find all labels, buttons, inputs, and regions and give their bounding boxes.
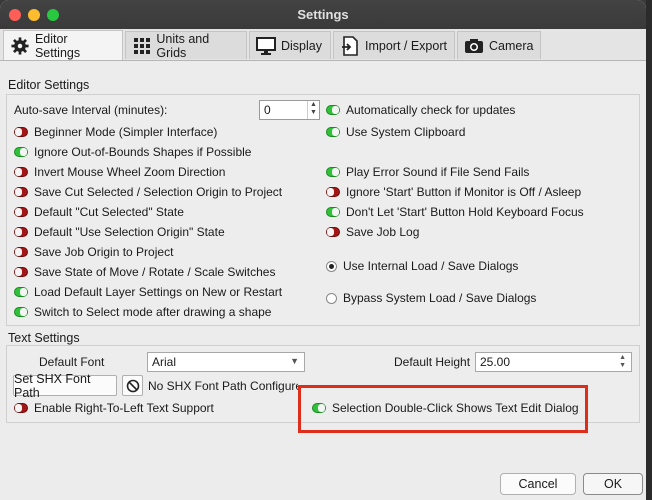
toggle-system-clipboard[interactable]: Use System Clipboard — [326, 125, 465, 139]
toggle-default-cut-selected[interactable]: Default "Cut Selected" State — [14, 205, 184, 219]
tab-display[interactable]: Display — [249, 31, 331, 59]
toggle-switch[interactable] — [14, 127, 28, 137]
toggle-check-updates[interactable]: Automatically check for updates — [326, 103, 515, 117]
toggle-start-focus[interactable]: Don't Let 'Start' Button Hold Keyboard F… — [326, 205, 584, 219]
toggle-label: Load Default Layer Settings on New or Re… — [34, 285, 283, 299]
toggle-ignore-oob[interactable]: Ignore Out-of-Bounds Shapes if Possible — [14, 145, 251, 159]
tab-label: Units and Grids — [156, 31, 210, 60]
gear-icon — [10, 36, 30, 56]
autosave-interval-spinbox[interactable]: 0 ▲ ▼ — [259, 100, 320, 120]
tab-editor-settings[interactable]: Editor Settings — [3, 30, 123, 60]
toggle-switch[interactable] — [326, 105, 340, 115]
tab-camera[interactable]: Camera — [457, 31, 541, 59]
toggle-switch-to-select[interactable]: Switch to Select mode after drawing a sh… — [14, 305, 271, 319]
radio-button[interactable] — [326, 260, 337, 272]
default-font-select[interactable]: Arial ▼ — [147, 352, 305, 372]
toggle-load-default-layers[interactable]: Load Default Layer Settings on New or Re… — [14, 285, 282, 299]
toggle-switch[interactable] — [14, 167, 28, 177]
tab-label: Display — [281, 38, 322, 53]
grid-icon — [132, 36, 151, 56]
window-title: Settings — [297, 7, 349, 22]
radio-label: Use Internal Load / Save Dialogs — [343, 259, 519, 273]
set-shx-font-path-button[interactable]: Set SHX Font Path — [13, 372, 117, 400]
default-font-value: Arial — [152, 355, 177, 369]
toggle-label: Switch to Select mode after drawing a sh… — [34, 305, 272, 319]
default-height-spinbox[interactable]: 25.00 ▲ ▼ — [475, 352, 632, 372]
default-height-label: Default Height — [394, 355, 471, 369]
toggle-switch[interactable] — [14, 247, 28, 257]
toggle-save-job-log[interactable]: Save Job Log — [326, 225, 419, 239]
toggle-switch[interactable] — [14, 207, 28, 217]
toggle-switch[interactable] — [326, 187, 340, 197]
toggle-label: Save Job Origin to Project — [34, 245, 174, 259]
toggle-label: Save Job Log — [346, 225, 420, 239]
tab-label: Import / Export — [365, 38, 447, 53]
toggle-label: Beginner Mode (Simpler Interface) — [34, 125, 218, 139]
toggle-default-selection-origin[interactable]: Default "Use Selection Origin" State — [14, 225, 225, 239]
toggle-switch[interactable] — [14, 227, 28, 237]
toggle-label: Enable Right-To-Left Text Support — [34, 401, 214, 415]
autosave-label: Auto-save Interval (minutes): — [14, 103, 168, 117]
toggle-beginner-mode[interactable]: Beginner Mode (Simpler Interface) — [14, 125, 217, 139]
toggle-label: Use System Clipboard — [346, 125, 466, 139]
toggle-switch[interactable] — [14, 187, 28, 197]
toggle-save-move-state[interactable]: Save State of Move / Rotate / Scale Swit… — [14, 265, 275, 279]
toggle-switch[interactable] — [326, 127, 340, 137]
toggle-rtl-text[interactable]: Enable Right-To-Left Text Support — [14, 401, 214, 415]
radio-label: Bypass System Load / Save Dialogs — [343, 291, 537, 305]
spin-arrows-icon[interactable]: ▲ ▼ — [619, 354, 626, 370]
toggle-switch[interactable] — [326, 207, 340, 217]
toggle-label: Save State of Move / Rotate / Scale Swit… — [34, 265, 276, 279]
default-height-value: 25.00 — [480, 355, 511, 369]
toggle-switch[interactable] — [14, 403, 28, 413]
spin-arrows-icon[interactable]: ▲ ▼ — [307, 101, 319, 119]
editor-settings-heading: Editor Settings — [8, 78, 90, 92]
chevron-down-icon: ▼ — [290, 356, 299, 366]
camera-icon — [464, 36, 484, 56]
tab-label: Editor Settings — [34, 31, 81, 60]
toggle-switch[interactable] — [326, 167, 340, 177]
toggle-invert-zoom[interactable]: Invert Mouse Wheel Zoom Direction — [14, 165, 225, 179]
toggle-ignore-start[interactable]: Ignore 'Start' Button if Monitor is Off … — [326, 185, 581, 199]
tab-units-and-grids[interactable]: Units and Grids — [125, 31, 247, 60]
toggle-error-sound[interactable]: Play Error Sound if File Send Fails — [326, 165, 529, 179]
radio-internal-dialogs[interactable]: Use Internal Load / Save Dialogs — [326, 259, 518, 273]
import-export-icon — [340, 35, 360, 56]
toggle-save-job-origin[interactable]: Save Job Origin to Project — [14, 245, 173, 259]
cancel-button[interactable]: Cancel — [500, 473, 576, 495]
default-font-label: Default Font — [39, 355, 105, 369]
toggle-label: Don't Let 'Start' Button Hold Keyboard F… — [346, 205, 584, 219]
monitor-icon — [256, 36, 276, 56]
toggle-label: Play Error Sound if File Send Fails — [346, 165, 530, 179]
tab-import-export[interactable]: Import / Export — [333, 31, 455, 59]
toggle-label: Default "Cut Selected" State — [34, 205, 184, 219]
toggle-label: Ignore Out-of-Bounds Shapes if Possible — [34, 145, 252, 159]
tab-label: Camera — [489, 38, 534, 53]
clear-shx-path-button[interactable] — [122, 375, 143, 396]
no-icon — [126, 379, 139, 392]
tab-bar: Editor Settings Units and Grids Display … — [0, 29, 646, 61]
toggle-switch[interactable] — [14, 287, 28, 297]
toggle-save-cut-selected[interactable]: Save Cut Selected / Selection Origin to … — [14, 185, 282, 199]
toggle-label: Ignore 'Start' Button if Monitor is Off … — [346, 185, 582, 199]
settings-window: Settings Editor Settings Units and Grids… — [0, 0, 646, 500]
toggle-switch[interactable] — [14, 267, 28, 277]
autosave-value: 0 — [264, 103, 271, 117]
title-bar: Settings — [0, 0, 646, 30]
toggle-switch[interactable] — [14, 147, 28, 157]
radio-bypass-dialogs[interactable]: Bypass System Load / Save Dialogs — [326, 291, 536, 305]
toggle-switch[interactable] — [14, 307, 28, 317]
radio-button[interactable] — [326, 292, 337, 304]
toggle-switch[interactable] — [326, 227, 340, 237]
toggle-label: Default "Use Selection Origin" State — [34, 225, 225, 239]
toggle-label: Invert Mouse Wheel Zoom Direction — [34, 165, 226, 179]
text-settings-heading: Text Settings — [8, 331, 80, 345]
red-highlight-box — [298, 385, 588, 433]
toggle-label: Automatically check for updates — [346, 103, 516, 117]
ok-button[interactable]: OK — [583, 473, 643, 495]
shx-status-text: No SHX Font Path Configured — [148, 379, 298, 393]
toggle-label: Save Cut Selected / Selection Origin to … — [34, 185, 283, 199]
window-edge — [646, 0, 652, 500]
